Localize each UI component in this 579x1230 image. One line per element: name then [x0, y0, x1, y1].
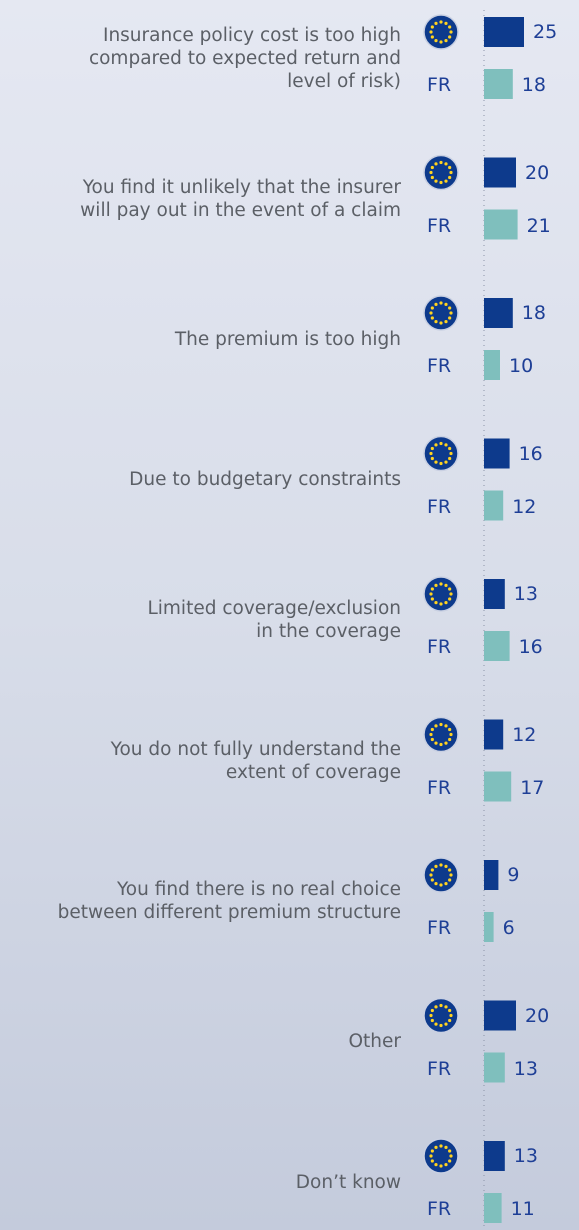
eu-flag-icon [423, 857, 459, 893]
category-label: You find there is no real choice between … [1, 878, 401, 924]
eu-value-label: 20 [525, 161, 550, 184]
chart: 25 18 FR Insurance policy cost is too high c… [0, 0, 579, 1230]
fr-bar [484, 490, 504, 521]
eu-bar [484, 860, 499, 890]
category-label-line: will pay out in the event of a claim [80, 199, 401, 221]
category-label-line: Other [348, 1031, 401, 1052]
eu-bar [484, 438, 510, 469]
eu-flag-icon [423, 1138, 459, 1174]
eu-value-label: 12 [512, 723, 537, 746]
category-label-line: Don’t know [295, 1171, 401, 1193]
eu-value-label: 20 [525, 1004, 550, 1027]
fr-series-label: FR [427, 214, 452, 237]
eu-value-label: 13 [513, 1145, 538, 1167]
fr-series-label: FR [427, 636, 452, 658]
category-label: Other [1, 1030, 401, 1053]
eu-value-label: 25 [533, 21, 558, 43]
category-label-line: compared to expected return and [88, 47, 401, 69]
category-label-line: in the coverage [256, 621, 401, 642]
eu-flag-icon [423, 435, 459, 472]
fr-series-label: FR [427, 1057, 452, 1080]
fr-series-label: FR [427, 1198, 452, 1220]
fr-bar [484, 1052, 505, 1083]
eu-value-label: 18 [521, 302, 546, 324]
category-label-line: Insurance policy cost is too high [102, 24, 401, 46]
category-label-line: You find there is no real choice [116, 879, 401, 900]
category-label: Don’t know [1, 1171, 401, 1194]
fr-value-label: 17 [520, 776, 545, 799]
eu-bar [484, 1000, 516, 1031]
eu-value-label: 16 [518, 442, 543, 465]
fr-series-label: FR [427, 917, 452, 939]
fr-series-label: FR [427, 74, 452, 96]
eu-bar [484, 579, 505, 609]
category-label-line: level of risk) [287, 70, 401, 92]
fr-bar [484, 912, 494, 942]
eu-flag-icon [423, 154, 459, 191]
fr-value-label: 12 [512, 495, 537, 518]
category-label-line: You do not fully understand the [110, 738, 401, 760]
eu-flag-icon [423, 576, 459, 612]
fr-series-label: FR [427, 355, 452, 377]
category-label: The premium is too high [1, 328, 401, 351]
eu-value-label: 9 [507, 864, 520, 886]
fr-value-label: 13 [513, 1057, 538, 1080]
category-label-line: Due to budgetary constraints [129, 469, 401, 490]
eu-bar [484, 17, 524, 47]
category-label-line: Limited coverage/exclusion [147, 598, 401, 619]
fr-bar [484, 209, 518, 240]
fr-value-label: 11 [510, 1198, 535, 1220]
eu-bar [484, 719, 504, 750]
eu-flag-icon [423, 295, 459, 331]
category-label-line: extent of coverage [225, 761, 401, 783]
eu-flag-icon [423, 997, 459, 1034]
eu-bar [484, 298, 513, 328]
eu-flag-icon [423, 14, 459, 50]
fr-value-label: 21 [526, 214, 551, 237]
fr-value-label: 18 [521, 74, 546, 96]
fr-value-label: 6 [502, 917, 515, 939]
category-label: You find it unlikely that the insurer wil… [1, 176, 401, 222]
fr-value-label: 16 [518, 636, 543, 658]
fr-bar [484, 771, 512, 802]
category-label: Insurance policy cost is too high compare… [1, 24, 401, 93]
fr-series-label: FR [427, 495, 452, 518]
category-label: Due to budgetary constraints [1, 468, 401, 491]
category-label-line: between different premium structure [57, 902, 401, 923]
fr-value-label: 10 [509, 355, 534, 377]
fr-series-label: FR [427, 776, 452, 799]
eu-bar [484, 157, 516, 188]
eu-bar [484, 1141, 505, 1171]
fr-bar [484, 69, 513, 99]
fr-bar [484, 631, 510, 661]
fr-bar [484, 1193, 502, 1223]
fr-bar [484, 350, 500, 380]
eu-flag-icon [423, 716, 459, 753]
category-label-line: The premium is too high [174, 328, 401, 350]
category-label: You do not fully understand the extent of… [1, 738, 401, 784]
category-label-line: You find it unlikely that the insurer [82, 176, 401, 198]
eu-value-label: 13 [513, 583, 538, 605]
category-label: Limited coverage/exclusion in the coverag… [1, 597, 401, 643]
